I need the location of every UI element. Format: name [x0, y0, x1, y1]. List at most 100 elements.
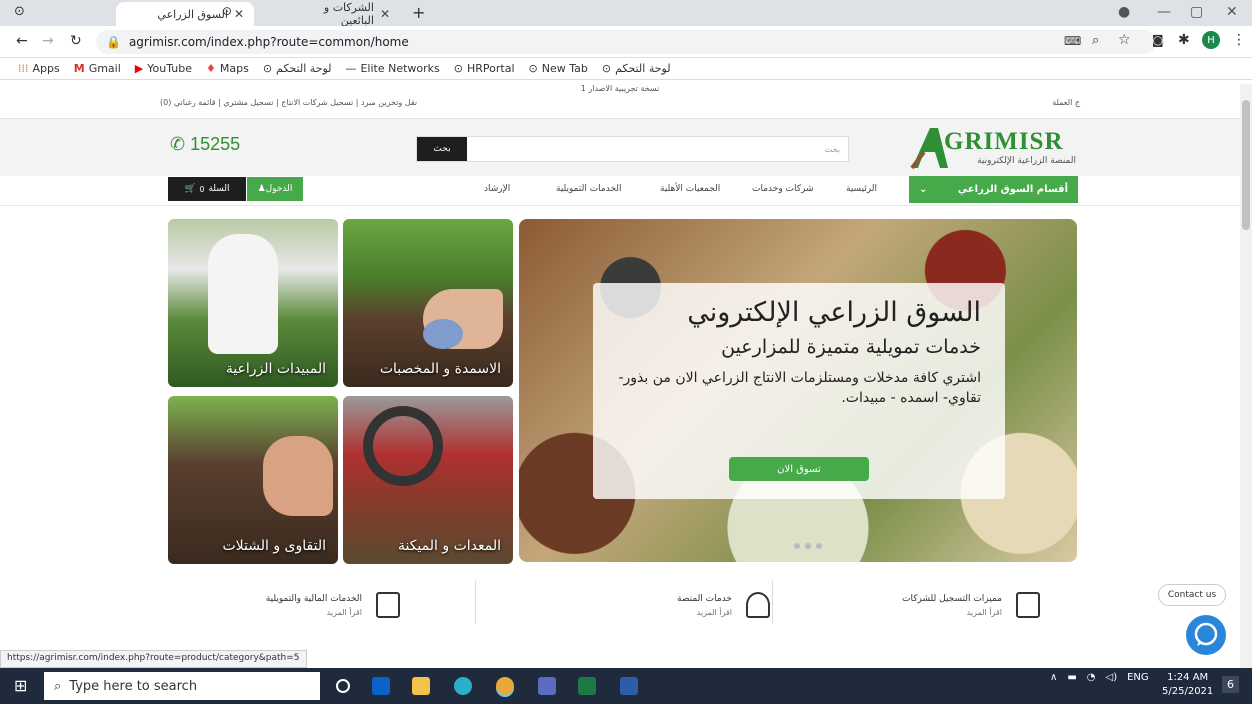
tile-seeds[interactable]: التقاوى و الشتلات: [168, 396, 338, 564]
teams-icon[interactable]: [538, 677, 556, 695]
excel-icon[interactable]: [578, 677, 596, 695]
record-icon: ●: [1118, 4, 1131, 20]
bookmark-dashboard-1[interactable]: ⊙ لوحة التحكم: [263, 62, 332, 75]
read-more-link[interactable]: اقرأ المزيد: [266, 608, 362, 617]
utility-bar: نقل وتخزين مبرد | تسجيل شركات الانتاج | …: [160, 98, 1080, 114]
bookmark-youtube[interactable]: ▶ YouTube: [135, 62, 192, 75]
clock-time: 1:24 AM: [1167, 672, 1209, 683]
extensions-icon[interactable]: ✱: [1178, 32, 1190, 48]
tab-companies[interactable]: ✕ الشركات و البائعين: [300, 1, 400, 27]
camera-icon[interactable]: ◙: [1152, 33, 1164, 47]
link-status-bar: https://agrimisr.com/index.php?route=pro…: [0, 650, 307, 668]
carousel-dot[interactable]: [816, 543, 822, 549]
categories-dropdown[interactable]: أقسام السوق الزراعي ⌄: [909, 176, 1078, 203]
feature-platform-services[interactable]: خدمات المنصة اقرأ المزيد: [530, 585, 770, 625]
tab-agri-market[interactable]: ✕ السوق الزراعي: [116, 2, 254, 26]
bookmark-new-tab[interactable]: ⊙ New Tab: [529, 62, 588, 75]
bookmark-dashboard-2[interactable]: ⊙ لوحة التحكم: [602, 62, 671, 75]
zoom-icon[interactable]: ⌕: [1092, 33, 1099, 48]
util-links[interactable]: نقل وتخزين مبرد | تسجيل شركات الانتاج | …: [160, 98, 417, 114]
bookmark-apps[interactable]: ⁞⁞⁞ Apps: [18, 62, 60, 75]
bookmark-hrportal[interactable]: ⊙ HRPortal: [454, 62, 515, 75]
wifi-icon[interactable]: ◔: [1087, 672, 1096, 683]
hero-subtitle: خدمات تمويلية متميزة للمزارعين: [721, 336, 981, 358]
scrollbar-thumb[interactable]: [1242, 100, 1250, 230]
nav-companies[interactable]: شركات وخدمات: [752, 184, 814, 194]
divider: [772, 580, 773, 624]
gmail-icon: M: [73, 62, 85, 75]
hero-title: السوق الزراعي الإلكتروني: [687, 297, 981, 328]
feature-title: خدمات المنصة: [677, 593, 732, 604]
task-view-icon[interactable]: [336, 679, 350, 693]
feature-title: الخدمات المالية والتمويلية: [265, 593, 362, 604]
outlook-icon[interactable]: [372, 677, 390, 695]
windows-start-icon[interactable]: ⊞: [14, 676, 27, 695]
hotline[interactable]: ✆ 15255: [170, 134, 240, 155]
volume-icon[interactable]: ◁): [1106, 672, 1118, 683]
door-icon: [1016, 592, 1040, 618]
nav-home[interactable]: الرئيسية: [846, 184, 877, 194]
tile-pesticides[interactable]: المبيدات الزراعية: [168, 219, 338, 387]
logo-text: GRIMISR: [944, 128, 1064, 155]
taskbar-search[interactable]: ⌕ Type here to search: [44, 672, 320, 700]
user-icon: ♟: [257, 184, 266, 194]
clock[interactable]: 1:24 AM 5/25/2021: [1162, 671, 1213, 699]
login-button[interactable]: ♟ الدخول: [247, 177, 303, 201]
globe-icon: ⊙: [222, 4, 233, 18]
search-input[interactable]: بحث: [467, 137, 848, 161]
feature-company-registration[interactable]: مميزات التسجيل للشركات اقرأ المزيد: [800, 585, 1040, 625]
plant-icon: [746, 592, 770, 618]
word-icon[interactable]: [620, 677, 638, 695]
nav-financing[interactable]: الخدمات التمويلية: [556, 184, 622, 194]
bookmark-maps[interactable]: ♦ Maps: [206, 62, 249, 75]
tile-equipment[interactable]: المعدات و الميكنة: [343, 396, 513, 564]
chat-bubble-icon[interactable]: [1186, 615, 1226, 655]
file-explorer-icon[interactable]: [412, 677, 430, 695]
bookmark-star-icon[interactable]: ☆: [1118, 32, 1131, 48]
search-button[interactable]: بحث: [417, 137, 467, 161]
beta-label: نسخة تجريبية الاصدار 1: [580, 84, 660, 93]
carousel-dot[interactable]: [794, 543, 800, 549]
menu-icon[interactable]: ⋮: [1232, 32, 1246, 48]
translate-icon[interactable]: ⌨: [1064, 34, 1081, 48]
new-tab-button[interactable]: +: [412, 3, 425, 22]
maximize-button[interactable]: ▢: [1190, 4, 1203, 20]
globe-icon: ⊙: [453, 62, 464, 75]
profile-avatar[interactable]: H: [1202, 31, 1220, 49]
nav-guidance[interactable]: الإرشاد: [484, 184, 510, 194]
carousel-dot[interactable]: [805, 543, 811, 549]
maps-pin-icon: ♦: [205, 62, 216, 75]
back-icon[interactable]: ←: [16, 33, 28, 49]
bookmark-elite-networks[interactable]: — Elite Networks: [345, 62, 439, 75]
url-bar[interactable]: 🔒 agrimisr.com/index.php?route=common/ho…: [96, 30, 1156, 54]
shop-now-button[interactable]: تسوق الان: [729, 457, 869, 481]
read-more-link[interactable]: اقرأ المزيد: [902, 608, 1002, 617]
close-icon[interactable]: ✕: [380, 7, 390, 21]
edge-icon[interactable]: [454, 677, 472, 695]
chevron-up-icon[interactable]: ∧: [1050, 672, 1057, 683]
reload-icon[interactable]: ↻: [70, 33, 82, 49]
notification-badge[interactable]: 6: [1222, 676, 1239, 693]
tab-label: السوق الزراعي: [157, 7, 228, 21]
language-indicator[interactable]: ENG: [1127, 672, 1149, 683]
hero-body: اشتري كافة مدخلات ومستلزمات الانتاج الزر…: [618, 370, 981, 406]
close-window-button[interactable]: ✕: [1226, 4, 1238, 20]
contact-us-button[interactable]: Contact us: [1158, 584, 1226, 606]
read-more-link[interactable]: اقرأ المزيد: [677, 608, 732, 617]
feature-financial-services[interactable]: الخدمات المالية والتمويلية اقرأ المزيد: [160, 585, 400, 625]
battery-icon[interactable]: ▬: [1067, 672, 1076, 683]
forward-icon[interactable]: →: [42, 33, 54, 49]
chrome-icon[interactable]: [496, 677, 514, 695]
site-logo[interactable]: GRIMISR المنصة الزراعية الإلكترونية: [908, 124, 1078, 172]
tile-fertilizers[interactable]: الاسمدة و المخصبات: [343, 219, 513, 387]
bookmark-gmail[interactable]: M Gmail: [74, 62, 121, 75]
tab-bar: ⊙ ✕ السوق الزراعي ⊙ ✕ الشركات و البائعين…: [0, 0, 1252, 27]
apps-grid-icon: ⁞⁞⁞: [18, 62, 29, 75]
cart-button[interactable]: 🛒 0 السلة: [168, 177, 246, 201]
lock-icon: 🔒: [106, 35, 121, 49]
nav-associations[interactable]: الجمعيات الأهلية: [660, 184, 720, 194]
minimize-button[interactable]: —: [1157, 4, 1171, 20]
close-icon[interactable]: ✕: [234, 7, 244, 21]
bookmarks-bar: ⁞⁞⁞ Apps M Gmail ▶ YouTube ♦ Maps ⊙ لوحة التح…: [0, 58, 1252, 80]
currency-select[interactable]: ج العملة: [1052, 98, 1080, 114]
